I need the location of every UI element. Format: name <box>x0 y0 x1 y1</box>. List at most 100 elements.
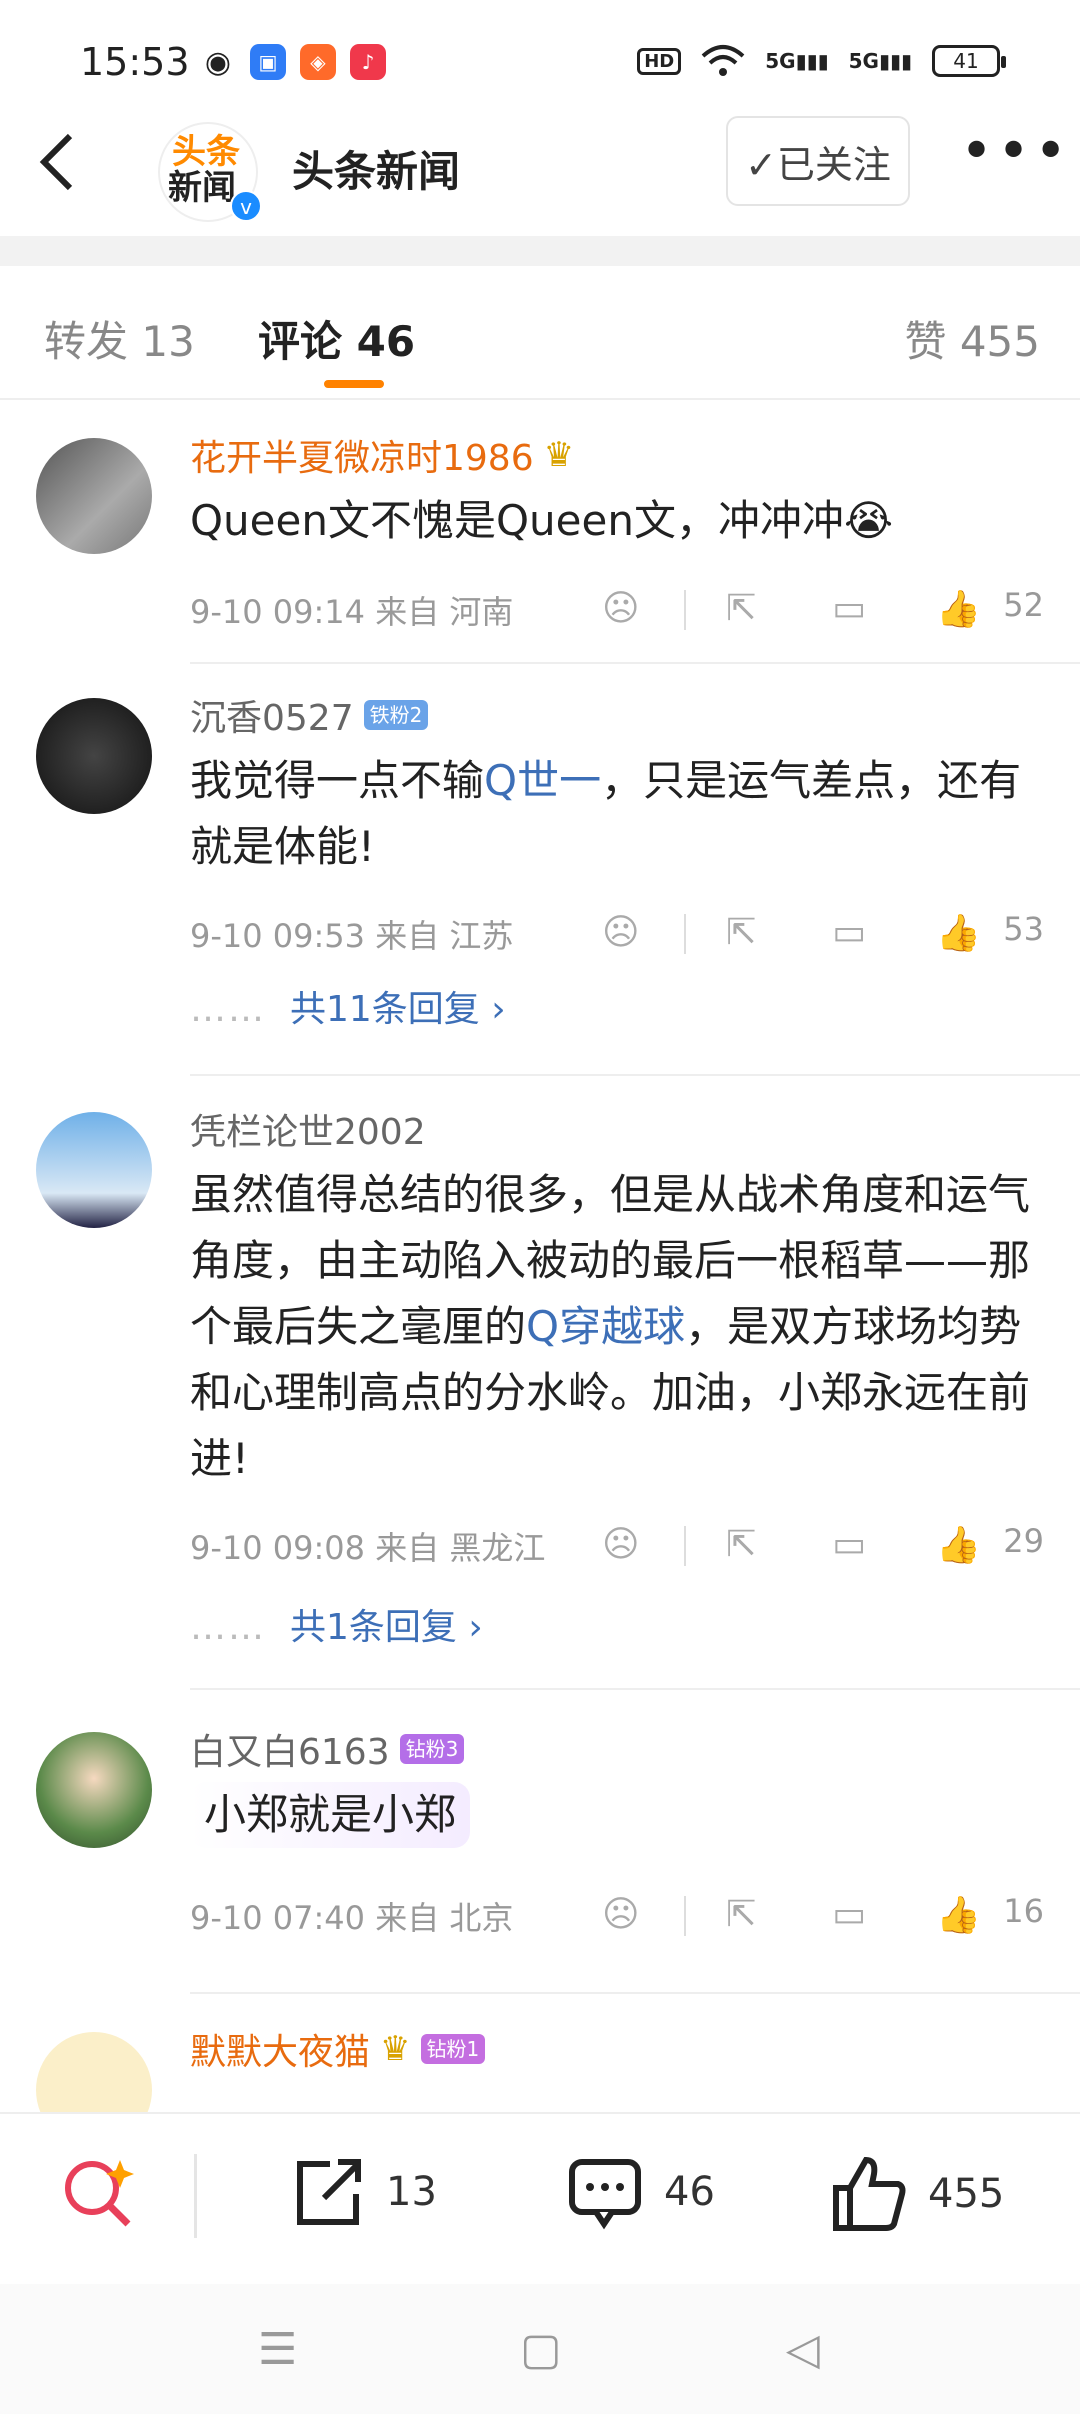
username[interactable]: 默默大夜猫 <box>190 2023 370 2075</box>
dislike-icon[interactable]: ☹ <box>602 588 640 629</box>
comment-separator <box>190 1992 1080 1994</box>
hd-indicator: HD <box>637 47 682 75</box>
username[interactable]: 花开半夏微凉时1986 <box>190 429 534 481</box>
comment-text: 虽然值得总结的很多，但是从战术角度和运气角度，由主动陷入被动的最后一根稻草——那… <box>190 1170 1031 1483</box>
blue-app-icon: ▣ <box>250 44 286 80</box>
share-icon[interactable]: ⇱ <box>726 1524 756 1565</box>
header-bar: 头条 新闻 v 头条新闻 ✓已关注 ••• <box>0 110 1080 228</box>
tab-comments[interactable]: 评论 46 <box>258 308 415 369</box>
reply-icon[interactable]: ▭ <box>832 588 866 629</box>
back-button[interactable] <box>36 132 96 202</box>
meta-divider <box>684 590 686 630</box>
home-icon[interactable]: ▢ <box>520 2324 562 2375</box>
repost-button[interactable]: 13 <box>290 2154 437 2230</box>
search-button[interactable] <box>60 2154 136 2230</box>
section-divider <box>0 236 1080 266</box>
reply-icon[interactable]: ▭ <box>832 912 866 953</box>
avatar[interactable] <box>36 1112 152 1228</box>
comment-time-location: 9-10 09:08 来自 黑龙江 <box>190 1529 546 1567</box>
like-icon <box>833 2156 906 2231</box>
signal-1: 5G▮▮▮ <box>765 49 829 73</box>
crown-badge-icon: ♛ <box>543 435 575 475</box>
dislike-icon[interactable]: ☹ <box>602 1894 640 1935</box>
status-app-icons: ◉ ▣ ◈ ♪ <box>200 44 386 80</box>
comment-time-location: 9-10 09:14 来自 河南 <box>190 593 514 631</box>
tab-likes[interactable]: 赞 455 <box>904 308 1040 369</box>
like-count: 16 <box>1003 1892 1044 1930</box>
avatar[interactable] <box>36 1732 152 1848</box>
like-icon[interactable]: 👍 <box>936 912 981 954</box>
chevron-left-icon <box>39 133 73 191</box>
logo-text-line1: 头条 <box>172 132 240 172</box>
menu-icon[interactable]: ☰ <box>258 2324 297 2375</box>
share-icon[interactable]: ⇱ <box>726 588 756 629</box>
comment-separator <box>190 1688 1080 1690</box>
reply-icon[interactable]: ▭ <box>832 1524 866 1565</box>
like-icon[interactable]: 👍 <box>936 1524 981 1566</box>
meta-divider <box>684 1896 686 1936</box>
comment-meta: 9-10 09:08 来自 黑龙江 ☹ ⇱ ▭ 👍 29 <box>190 1516 1044 1576</box>
comment-time-location: 9-10 07:40 来自 北京 <box>190 1899 514 1937</box>
repost-count: 13 <box>386 2169 437 2215</box>
signal-2: 5G▮▮▮ <box>848 49 912 73</box>
orange-app-icon: ◈ <box>300 44 336 80</box>
like-count: 53 <box>1003 910 1044 948</box>
search-icon <box>65 2160 134 2227</box>
comment-text: 小郑就是小郑 <box>190 1782 471 1848</box>
back-triangle-icon[interactable]: ◁ <box>786 2324 820 2375</box>
bar-divider <box>194 2154 197 2238</box>
comment-text: Queen文不愧是Queen文，冲冲冲😭 <box>190 496 894 545</box>
comment-meta: 9-10 09:14 来自 河南 ☹ ⇱ ▭ 👍 52 <box>190 580 1044 640</box>
fan-badge: 钻粉3 <box>399 1734 465 1764</box>
more-icon[interactable]: ••• <box>960 124 1067 192</box>
comment-icon <box>569 2159 641 2230</box>
username[interactable]: 白又白6163 <box>190 1723 390 1775</box>
like-icon[interactable]: 👍 <box>936 588 981 630</box>
comment-meta: 9-10 07:40 来自 北京 ☹ ⇱ ▭ 👍 16 <box>190 1886 1044 1946</box>
battery-indicator: 41 <box>932 45 1006 77</box>
topic-link[interactable]: Q穿越球 <box>526 1302 685 1351</box>
verified-icon: v <box>230 190 262 222</box>
meta-divider <box>684 1526 686 1566</box>
crown-badge-icon: ♛ <box>380 2029 411 2069</box>
comment-separator <box>190 662 1080 664</box>
comment-text: 我觉得一点不输Q世一，只是运气差点，还有就是体能! <box>190 756 1022 871</box>
dislike-icon[interactable]: ☹ <box>602 1524 640 1565</box>
meta-divider <box>684 914 686 954</box>
username[interactable]: 凭栏论世2002 <box>190 1103 426 1155</box>
topic-link[interactable]: Q世一 <box>484 756 601 805</box>
wifi-icon <box>701 45 745 76</box>
view-replies-link[interactable]: …… 共11条回复 › <box>190 980 506 1032</box>
reply-icon[interactable]: ▭ <box>832 1894 866 1935</box>
like-count: 29 <box>1003 1522 1044 1560</box>
tab-repost[interactable]: 转发 13 <box>44 308 195 369</box>
fan-badge: 铁粉2 <box>363 700 429 730</box>
comment-separator <box>190 1074 1080 1076</box>
avatar[interactable] <box>36 698 152 814</box>
share-icon <box>297 2159 361 2225</box>
like-count-total: 455 <box>928 2171 1005 2217</box>
music-app-icon: ♪ <box>350 44 386 80</box>
bottom-action-bar: 13 46 455 <box>0 2112 1080 2284</box>
system-nav-bar: ☰ ▢ ◁ <box>0 2284 1080 2414</box>
page-title: 头条新闻 <box>292 147 461 196</box>
like-button[interactable]: 455 <box>828 2154 1004 2234</box>
username[interactable]: 沉香0527 <box>190 689 354 741</box>
status-bar: 15:53 ◉ ▣ ◈ ♪ HD 5G▮▮▮ 5G▮▮▮ 41 <box>0 0 1080 120</box>
comment-time-location: 9-10 09:53 来自 江苏 <box>190 917 514 955</box>
comment-count: 46 <box>664 2169 715 2215</box>
status-time: 15:53 <box>80 40 190 84</box>
like-icon[interactable]: 👍 <box>936 1894 981 1936</box>
share-icon[interactable]: ⇱ <box>726 912 756 953</box>
account-avatar[interactable]: 头条 新闻 v <box>158 122 262 222</box>
share-icon[interactable]: ⇱ <box>726 1894 756 1935</box>
comment-meta: 9-10 09:53 来自 江苏 ☹ ⇱ ▭ 👍 53 <box>190 904 1044 964</box>
logo-text-line2: 新闻 <box>168 168 236 208</box>
dislike-icon[interactable]: ☹ <box>602 912 640 953</box>
avatar[interactable] <box>36 438 152 554</box>
followed-button[interactable]: ✓已关注 <box>726 116 910 206</box>
active-tab-indicator <box>324 380 384 388</box>
comment-button[interactable]: 46 <box>566 2154 715 2230</box>
weibo-app-icon: ◉ <box>200 44 236 80</box>
view-replies-link[interactable]: …… 共1条回复 › <box>190 1598 483 1650</box>
